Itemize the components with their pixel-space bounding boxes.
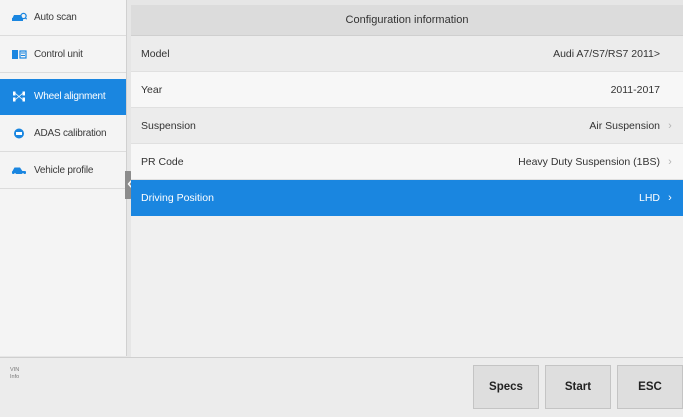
car-scan-icon xyxy=(11,12,27,23)
sidebar-item-control-unit[interactable]: Control unit xyxy=(0,37,126,73)
sidebar-item-label: Vehicle profile xyxy=(34,165,94,176)
row-value: Air Suspension xyxy=(589,119,660,132)
row-label: PR Code xyxy=(141,155,184,168)
chevron-right-icon: › xyxy=(668,155,672,168)
sidebar-item-auto-scan[interactable]: Auto scan xyxy=(0,0,126,36)
configuration-list: Model Audi A7/S7/RS7 2011> Year 2011-201… xyxy=(131,36,683,216)
config-row-suspension[interactable]: Suspension Air Suspension › xyxy=(131,108,683,144)
bottom-toolbar: VIN Info Specs Start ESC xyxy=(0,357,683,417)
row-label: Driving Position xyxy=(141,191,214,204)
sidebar-item-wheel-alignment[interactable]: Wheel alignment xyxy=(0,79,126,115)
row-value: Heavy Duty Suspension (1BS) xyxy=(518,155,660,168)
config-row-driving-position[interactable]: Driving Position LHD › xyxy=(131,180,683,216)
config-row-pr-code[interactable]: PR Code Heavy Duty Suspension (1BS) › xyxy=(131,144,683,180)
car-profile-icon xyxy=(11,165,27,176)
chevron-right-icon: › xyxy=(668,119,672,132)
sidebar-item-label: Wheel alignment xyxy=(34,91,106,102)
row-value: Audi A7/S7/RS7 2011> xyxy=(553,47,660,60)
adas-icon xyxy=(11,128,27,139)
config-row-model[interactable]: Model Audi A7/S7/RS7 2011> xyxy=(131,36,683,72)
row-label: Suspension xyxy=(141,119,196,132)
start-button[interactable]: Start xyxy=(545,365,611,409)
wheel-alignment-icon xyxy=(11,91,27,102)
row-value: LHD xyxy=(638,191,660,204)
row-value: 2011-2017 xyxy=(610,83,660,96)
esc-button[interactable]: ESC xyxy=(617,365,683,409)
sidebar: Auto scan Control unit Wheel alignment A… xyxy=(0,0,127,356)
ecu-icon xyxy=(11,49,27,60)
sidebar-item-label: ADAS calibration xyxy=(34,128,107,139)
row-label: Year xyxy=(141,83,163,96)
sidebar-item-label: Control unit xyxy=(34,49,83,60)
vin-info: VIN Info xyxy=(10,367,19,381)
sidebar-item-adas-calibration[interactable]: ADAS calibration xyxy=(0,116,126,152)
info-label: Info xyxy=(10,374,20,380)
specs-button[interactable]: Specs xyxy=(473,365,539,409)
config-row-year[interactable]: Year 2011-2017 xyxy=(131,72,683,108)
row-label: Model xyxy=(141,47,170,60)
panel-title: Configuration information xyxy=(131,5,683,36)
sidebar-item-label: Auto scan xyxy=(34,12,77,23)
vin-label: VIN xyxy=(10,367,20,373)
sidebar-item-vehicle-profile[interactable]: Vehicle profile xyxy=(0,153,126,189)
configuration-panel: Configuration information Model Audi A7/… xyxy=(131,5,683,357)
chevron-right-icon: › xyxy=(668,191,672,204)
